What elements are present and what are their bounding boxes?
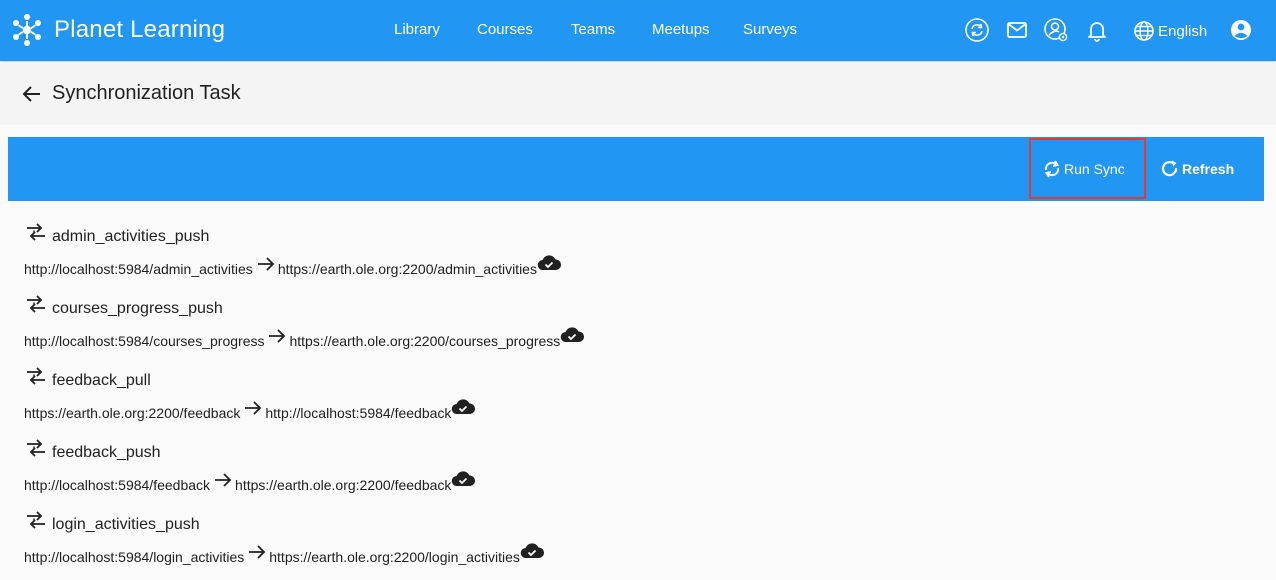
top-app-bar: Planet Learning Library Courses Teams Me… [0,0,1276,61]
sync-direction-icon [27,223,45,241]
refresh-button[interactable]: Refresh [1160,137,1234,201]
nav-library[interactable]: Library [394,21,440,38]
arrow-right-icon [269,329,286,343]
task-name: courses_progress_push [52,300,223,317]
task-route: http://localhost:5984/courses_progress h… [24,327,585,349]
task-target-url: https://earth.ole.org:2200/admin_activit… [277,261,537,277]
nav-meetups[interactable]: Meetups [652,21,710,38]
run-sync-button[interactable]: Run Sync [1042,137,1125,201]
task-name: feedback_push [52,444,161,461]
bell-icon[interactable] [1084,17,1110,43]
task-name: admin_activities_push [52,228,210,245]
task-name: feedback_pull [52,372,151,389]
arrow-right-icon [257,257,275,271]
globe-icon [1134,21,1154,41]
cloud-done-icon [537,255,561,271]
task-route: http://localhost:5984/feedback https://e… [24,471,476,493]
task-target-url: https://earth.ole.org:2200/login_activit… [269,549,520,565]
language-label: English [1158,22,1208,40]
nav-courses[interactable]: Courses [477,21,533,38]
brand[interactable]: Planet Learning [10,11,225,49]
run-sync-label: Run Sync [1064,161,1125,177]
nav-teams[interactable]: Teams [571,21,615,38]
task-source-url: http://localhost:5984/login_activities [24,549,245,565]
arrow-right-icon [245,401,262,415]
task-target-url: http://localhost:5984/feedback [265,405,452,421]
sync-toolbar: Run Sync Refresh [8,137,1264,201]
sync-direction-icon [27,295,45,313]
task-route: http://localhost:5984/login_activities h… [24,543,544,565]
task-name: login_activities_push [52,516,200,533]
planet-logo-icon [13,14,41,46]
sync-direction-icon [27,439,45,457]
arrow-right-icon [215,473,232,487]
page-title: Synchronization Task [52,82,241,104]
task-source-url: http://localhost:5984/admin_activities [24,261,253,277]
cloud-done-icon [452,471,476,487]
cloud-done-icon [561,327,585,343]
mail-icon[interactable] [1004,17,1030,43]
refresh-icon [1161,160,1178,177]
nav-surveys[interactable]: Surveys [743,21,797,38]
task-route: https://earth.ole.org:2200/feedback http… [24,399,476,421]
arrow-right-icon [249,545,266,559]
user-settings-icon[interactable] [1043,17,1069,43]
page-header: Synchronization Task [0,62,1276,125]
cloud-done-icon [520,543,544,559]
brand-name: Planet Learning [54,16,226,43]
account-icon[interactable] [1228,17,1254,43]
task-target-url: https://earth.ole.org:2200/courses_progr… [289,333,561,349]
sync-status-icon[interactable] [964,17,990,43]
back-arrow-icon[interactable] [20,82,44,106]
cloud-done-icon [452,399,476,415]
task-route: http://localhost:5984/admin_activities h… [24,255,561,277]
task-target-url: https://earth.ole.org:2200/feedback [235,477,452,493]
language-selector[interactable]: English [1133,19,1207,43]
refresh-label: Refresh [1182,161,1235,177]
sync-direction-icon [27,511,45,529]
task-source-url: http://localhost:5984/courses_progress [24,333,265,349]
sync-icon [1044,160,1060,178]
task-source-url: http://localhost:5984/feedback [24,477,211,493]
task-source-url: https://earth.ole.org:2200/feedback [24,405,241,421]
sync-direction-icon [27,367,45,385]
